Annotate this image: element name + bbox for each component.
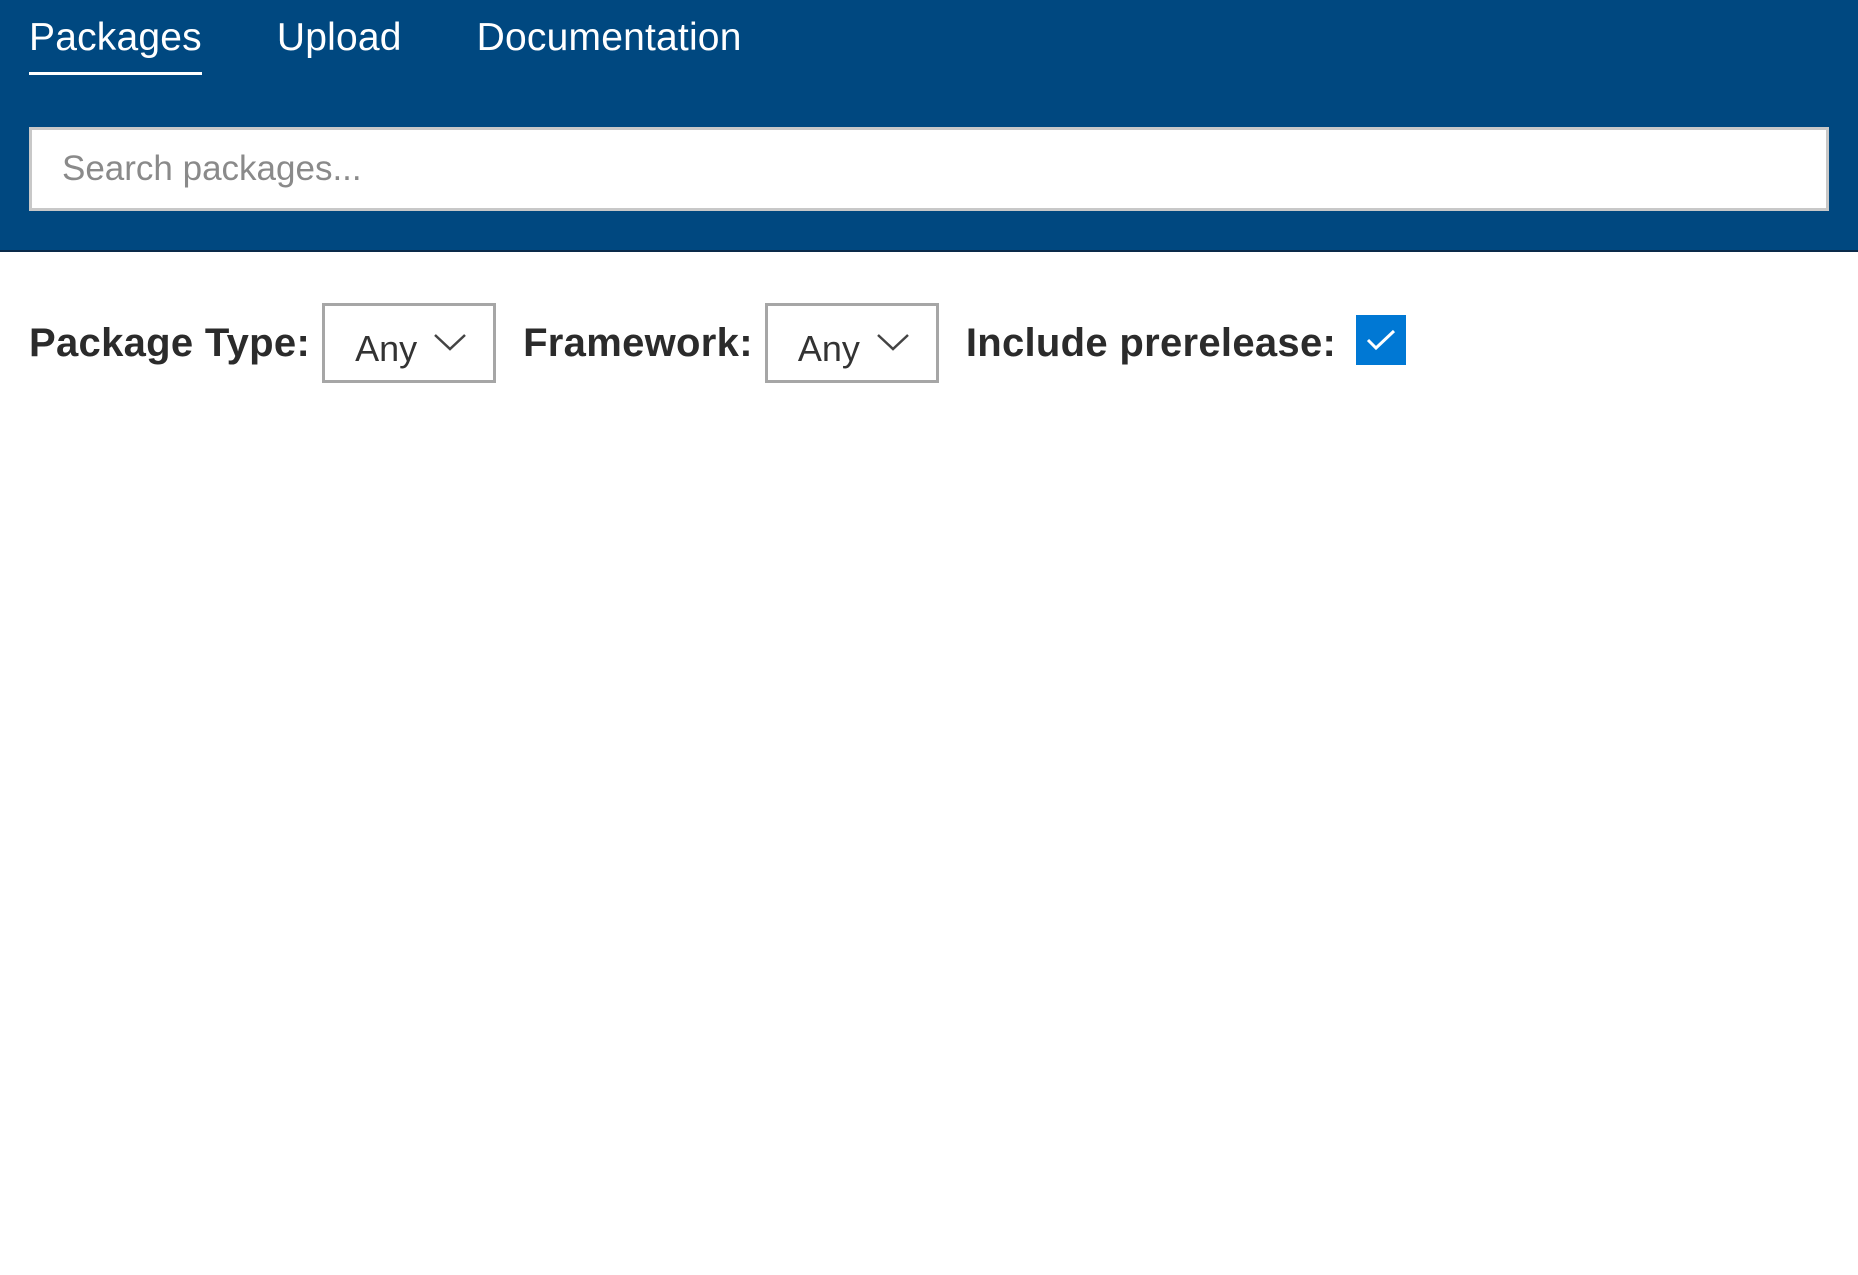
tab-documentation[interactable]: Documentation <box>477 10 742 72</box>
framework-dropdown[interactable]: Any <box>764 303 939 383</box>
chevron-down-icon <box>876 334 909 351</box>
package-type-value: Any <box>355 328 418 369</box>
include-prerelease-checkbox[interactable] <box>1356 315 1407 365</box>
package-type-dropdown[interactable]: Any <box>322 303 497 383</box>
chevron-down-icon <box>434 334 466 351</box>
search-box <box>29 127 1829 211</box>
package-type-label: Package Type: <box>29 320 311 365</box>
filter-bar: Package Type: Any Framework: Any Include… <box>29 303 1407 383</box>
include-prerelease-label: Include prerelease: <box>965 320 1337 365</box>
tab-upload[interactable]: Upload <box>277 10 402 72</box>
framework-label: Framework: <box>523 320 753 365</box>
search-input[interactable] <box>32 130 1826 208</box>
top-header: Packages Upload Documentation <box>0 0 1858 252</box>
tab-packages[interactable]: Packages <box>29 10 202 75</box>
framework-value: Any <box>797 328 860 369</box>
main-nav: Packages Upload Documentation <box>29 10 817 80</box>
checkmark-icon <box>1367 329 1396 351</box>
